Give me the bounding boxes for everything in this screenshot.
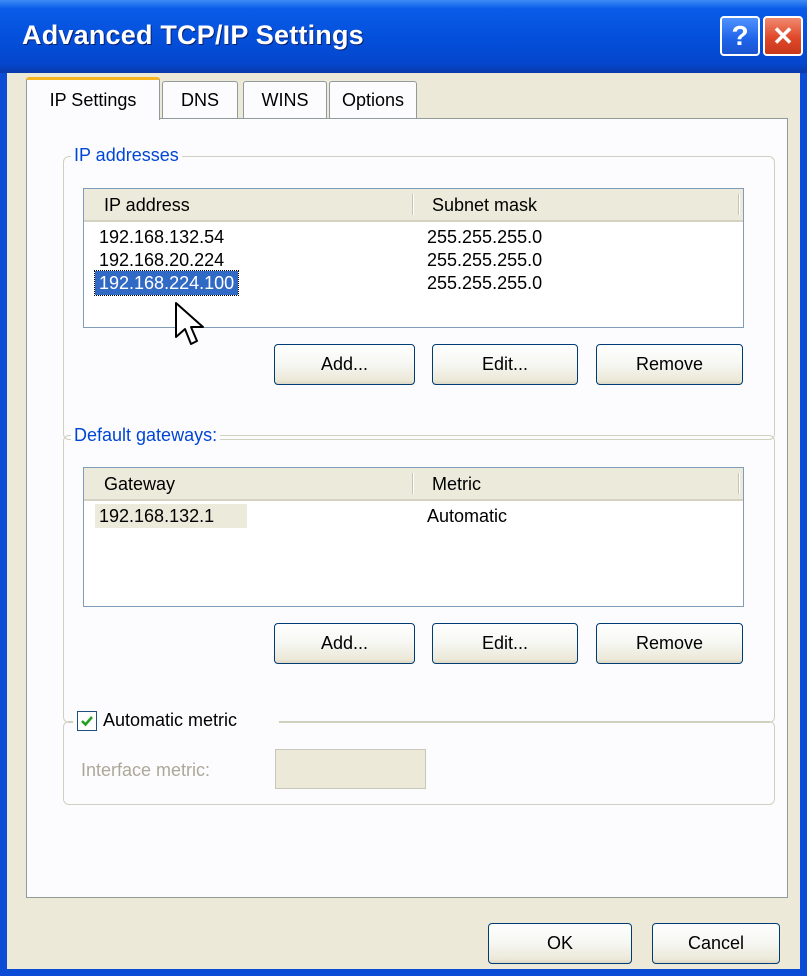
tab-wins[interactable]: WINS: [243, 81, 327, 118]
list-item-gateway[interactable]: 192.168.132.1: [95, 504, 247, 528]
column-separator[interactable]: [412, 194, 414, 215]
ip-edit-button[interactable]: Edit...: [432, 344, 578, 385]
dialog-window: Advanced TCP/IP Settings ? ✕ IP Settings…: [0, 0, 807, 976]
dialog-client-area: IP Settings DNS WINS Options IP addresse…: [7, 73, 800, 969]
gateway-list[interactable]: Gateway Metric 192.168.132.1 Automatic: [83, 467, 744, 607]
ip-add-button[interactable]: Add...: [274, 344, 415, 385]
list-item-mask: 255.255.255.0: [427, 273, 543, 293]
automatic-metric-checkbox[interactable]: [77, 711, 97, 731]
column-separator[interactable]: [738, 473, 740, 494]
close-button[interactable]: ✕: [763, 16, 803, 56]
window-title: Advanced TCP/IP Settings: [22, 20, 364, 50]
tab-dns[interactable]: DNS: [162, 81, 238, 118]
tab-ip-settings[interactable]: IP Settings: [26, 77, 160, 120]
title-bar[interactable]: Advanced TCP/IP Settings ? ✕: [0, 0, 807, 73]
cancel-button[interactable]: Cancel: [652, 923, 780, 964]
column-header-subnet-mask[interactable]: Subnet mask: [432, 195, 537, 216]
list-item-ip[interactable]: 192.168.20.224: [99, 248, 224, 272]
list-item-ip-selected[interactable]: 192.168.224.100: [93, 270, 240, 296]
list-item-metric: Automatic: [427, 506, 508, 526]
gateway-add-button[interactable]: Add...: [274, 623, 415, 664]
list-item-mask: 255.255.255.0: [427, 250, 543, 270]
interface-metric-label: Interface metric:: [81, 760, 211, 780]
gateway-list-header: Gateway Metric: [84, 468, 743, 501]
ip-remove-button[interactable]: Remove: [596, 344, 743, 385]
interface-metric-input[interactable]: [275, 749, 426, 789]
ok-button[interactable]: OK: [488, 923, 632, 964]
gateway-edit-button[interactable]: Edit...: [432, 623, 578, 664]
ip-addresses-group-label: IP addresses: [71, 145, 182, 166]
list-item-mask: 255.255.255.0: [427, 227, 543, 247]
default-gateways-group-label: Default gateways:: [71, 425, 221, 446]
column-header-ip-address[interactable]: IP address: [104, 195, 190, 216]
column-separator[interactable]: [738, 194, 740, 215]
automatic-metric-checkbox-row[interactable]: Automatic metric: [73, 709, 279, 733]
gateway-remove-button[interactable]: Remove: [596, 623, 743, 664]
column-header-metric[interactable]: Metric: [432, 474, 481, 495]
ip-address-list[interactable]: IP address Subnet mask 192.168.132.54 25…: [83, 188, 744, 328]
column-header-gateway[interactable]: Gateway: [104, 474, 175, 495]
checkmark-icon: [81, 716, 93, 727]
automatic-metric-label: Automatic metric: [103, 710, 238, 730]
tab-panel-ip-settings: IP addresses IP address Subnet mask 192.…: [26, 118, 788, 898]
ip-list-header: IP address Subnet mask: [84, 189, 743, 222]
help-button[interactable]: ?: [720, 16, 760, 56]
tab-options[interactable]: Options: [329, 81, 417, 118]
column-separator[interactable]: [412, 473, 414, 494]
list-item-ip[interactable]: 192.168.132.54: [99, 225, 224, 249]
